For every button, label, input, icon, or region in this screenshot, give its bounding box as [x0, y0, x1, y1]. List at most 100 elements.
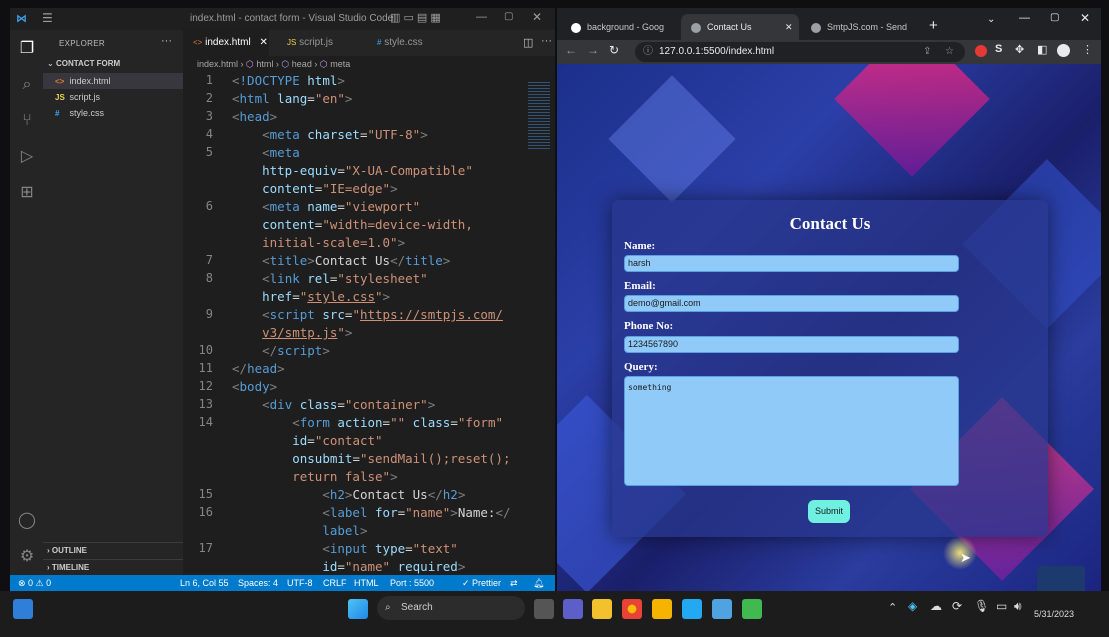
- taskbar-search[interactable]: ⌕ Search: [377, 596, 525, 620]
- line-number: 8: [205, 271, 213, 285]
- account-icon[interactable]: ◯: [16, 510, 38, 532]
- new-tab-icon[interactable]: +: [929, 17, 938, 34]
- tab-script-js[interactable]: JS script.js: [277, 30, 367, 56]
- task-view-icon[interactable]: [534, 599, 554, 619]
- webcam-overlay: [1037, 566, 1085, 591]
- email-label: Email:: [624, 280, 656, 292]
- file-script-js[interactable]: JS script.js: [43, 89, 183, 105]
- code-editor[interactable]: 1 2 3 4 5 6 7 8 9 10 11 12 13 14 15 16 17 <!DOCTYPE html…: [183, 72, 555, 575]
- css-file-icon: #: [377, 38, 382, 47]
- maximize-icon[interactable]: ▢: [504, 11, 513, 22]
- outline-panel[interactable]: › OUTLINE: [43, 542, 183, 558]
- cursor-position[interactable]: Ln 6, Col 55: [180, 575, 229, 591]
- file-index-html[interactable]: <> index.html: [43, 73, 183, 89]
- email-input[interactable]: demo@gmail.com: [624, 295, 959, 312]
- line-number: 9: [205, 307, 213, 321]
- code-line: <input type="text": [322, 541, 458, 556]
- name-input[interactable]: harsh: [624, 255, 959, 272]
- more-actions-icon[interactable]: ···: [541, 35, 552, 47]
- windows-start-icon[interactable]: [348, 599, 368, 619]
- tab-search-icon[interactable]: ⌄: [987, 14, 995, 25]
- run-debug-icon[interactable]: ▷: [16, 146, 38, 168]
- notifications-bell-icon[interactable]: 🔔︎: [533, 575, 544, 591]
- prettier-status[interactable]: ✓ Prettier: [462, 575, 501, 591]
- reload-icon[interactable]: ↻: [609, 43, 619, 57]
- vscode-icon[interactable]: [682, 599, 702, 619]
- extension-icon[interactable]: [975, 45, 987, 57]
- language-status[interactable]: HTML: [354, 575, 379, 591]
- menu-kebab-icon[interactable]: ⋮: [1082, 43, 1093, 56]
- notepad-icon[interactable]: [712, 599, 732, 619]
- taskbar-date[interactable]: 5/31/2023: [1034, 609, 1074, 619]
- project-folder[interactable]: ⌄ CONTACT FORM: [43, 56, 183, 72]
- app-icon[interactable]: [652, 599, 672, 619]
- problems-status[interactable]: ⊗ 0 ⚠ 0: [18, 575, 51, 591]
- browser-tab-background[interactable]: background - Goog: [561, 14, 679, 40]
- more-actions-icon[interactable]: ···: [161, 35, 172, 47]
- tab-style-css[interactable]: # style.css: [367, 30, 457, 56]
- back-arrow-icon[interactable]: ←: [565, 43, 577, 57]
- code-line: id="contact": [292, 433, 383, 448]
- chat-icon[interactable]: [563, 599, 583, 619]
- code-line: <html lang="en">: [232, 91, 353, 106]
- chrome-icon[interactable]: [622, 599, 642, 619]
- display-icon[interactable]: ▭: [996, 599, 1007, 613]
- tray-icon[interactable]: ◈: [908, 599, 917, 613]
- profile-avatar-icon[interactable]: [1057, 44, 1070, 57]
- encoding-status[interactable]: UTF-8: [287, 575, 313, 591]
- minimize-icon[interactable]: —: [476, 11, 487, 23]
- side-panel-icon[interactable]: ◧: [1037, 43, 1047, 56]
- code-line: return false">: [292, 469, 398, 484]
- app-icon[interactable]: [742, 599, 762, 619]
- browser-tab-smtpjs[interactable]: SmtpJS.com - Send: [801, 14, 919, 40]
- settings-gear-icon[interactable]: ⚙: [16, 546, 38, 568]
- file-explorer-icon[interactable]: [592, 599, 612, 619]
- share-icon[interactable]: ⇪: [923, 42, 931, 62]
- close-icon[interactable]: ✕: [1080, 11, 1090, 25]
- extensions-icon[interactable]: ⊞: [16, 182, 38, 204]
- code-line: <meta: [262, 145, 300, 160]
- chevron-up-icon[interactable]: ⌃: [888, 601, 897, 614]
- eol-status[interactable]: CRLF: [323, 575, 347, 591]
- code-line: <link rel="stylesheet": [262, 271, 428, 286]
- code-line: <meta name="viewport": [262, 199, 421, 214]
- bookmark-star-icon[interactable]: ☆: [945, 42, 954, 62]
- indentation-status[interactable]: Spaces: 4: [238, 575, 278, 591]
- source-control-icon[interactable]: ⑂: [16, 110, 38, 132]
- layout-icon[interactable]: ▥ ▭ ▤ ▦: [390, 11, 441, 24]
- tab-index-html[interactable]: <> index.html ✕: [183, 30, 269, 56]
- close-tab-icon[interactable]: ✕: [785, 14, 793, 40]
- split-editor-icon[interactable]: ◫: [523, 36, 533, 49]
- address-bar[interactable]: ⓘ 127.0.0.1:5500/index.html ⇪ ☆: [635, 42, 965, 62]
- minimize-icon[interactable]: —: [1019, 12, 1030, 24]
- volume-icon[interactable]: 🔊︎: [1014, 599, 1022, 614]
- cloud-icon[interactable]: ☁: [930, 599, 942, 613]
- extension-s-icon[interactable]: S: [995, 43, 1002, 55]
- feedback-icon[interactable]: ⇄: [510, 575, 518, 591]
- widgets-icon[interactable]: [13, 599, 33, 619]
- maximize-icon[interactable]: ▢: [1050, 12, 1059, 23]
- minimap[interactable]: [528, 80, 550, 150]
- forward-arrow-icon[interactable]: →: [587, 43, 599, 57]
- menu-icon[interactable]: ☰: [42, 11, 53, 25]
- live-server-port[interactable]: Port : 5500: [390, 575, 434, 591]
- html-file-icon: <>: [55, 77, 65, 86]
- contact-form: Contact Us Name: harsh Email: demo@gmail…: [612, 200, 1048, 537]
- css-file-icon: #: [55, 109, 60, 118]
- mic-icon[interactable]: 🎙︎: [974, 599, 989, 613]
- search-icon[interactable]: ⌕: [16, 74, 38, 96]
- phone-input[interactable]: 1234567890: [624, 336, 959, 353]
- sync-icon[interactable]: ⟳: [952, 599, 962, 613]
- close-tab-icon[interactable]: ✕: [259, 37, 267, 48]
- element-icon: ⬡: [246, 59, 254, 69]
- submit-button[interactable]: Submit: [808, 500, 850, 523]
- phone-label: Phone No:: [624, 320, 674, 332]
- query-textarea[interactable]: something: [624, 376, 959, 486]
- info-icon[interactable]: ⓘ: [643, 42, 653, 62]
- close-icon[interactable]: ✕: [532, 10, 542, 24]
- explorer-icon[interactable]: ❐: [16, 38, 38, 60]
- file-style-css[interactable]: # style.css: [43, 105, 183, 121]
- timeline-panel[interactable]: › TIMELINE: [43, 559, 183, 575]
- browser-tab-contact-us[interactable]: Contact Us ✕: [681, 14, 799, 40]
- extensions-puzzle-icon[interactable]: ✥: [1015, 43, 1024, 56]
